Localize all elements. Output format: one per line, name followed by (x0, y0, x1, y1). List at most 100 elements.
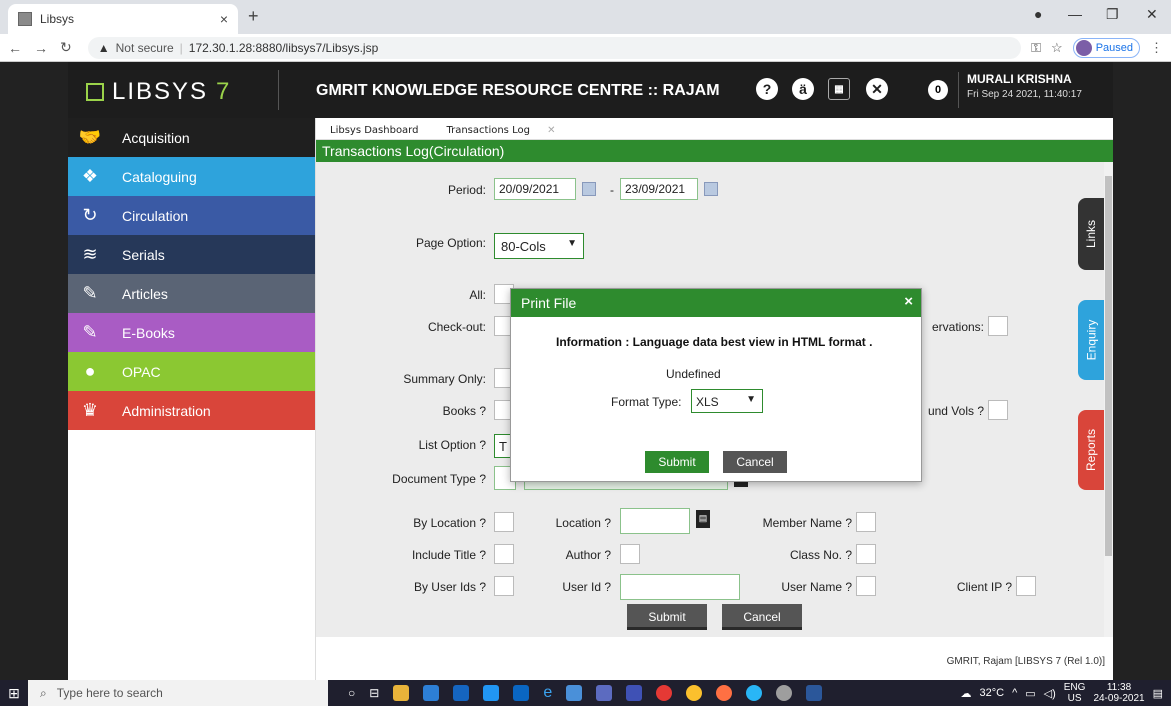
sidebar-item-cataloguing[interactable]: ❖ Cataloguing (68, 157, 315, 196)
sidebar-item-acquisition[interactable]: 🤝 Acquisition (68, 118, 315, 157)
store-icon[interactable] (566, 685, 583, 701)
edit-icon: ✎ (82, 283, 98, 303)
language-indicator[interactable]: ENG US (1064, 682, 1086, 704)
location-lookup-icon[interactable]: ▤ (696, 510, 710, 528)
new-tab-button[interactable]: + (248, 6, 259, 27)
tab-transactions-log[interactable]: Transactions Log ✕ (432, 122, 570, 139)
browser-tab[interactable]: Libsys × (8, 4, 238, 34)
user-name-checkbox[interactable] (856, 576, 876, 596)
bookmark-star-icon[interactable]: ☆ (1051, 40, 1063, 56)
app-icon[interactable] (423, 685, 440, 701)
submit-button[interactable]: Submit (627, 604, 707, 630)
dialog-cancel-button[interactable]: Cancel (723, 451, 787, 473)
help-icon[interactable]: ? (756, 78, 778, 100)
scrollbar-thumb[interactable] (1105, 176, 1112, 556)
windows-start-icon[interactable]: ⊞ (0, 685, 28, 702)
all-label: All: (469, 288, 486, 302)
sidebar-item-serials[interactable]: ≋ Serials (68, 235, 315, 274)
side-tab-label: Enquiry (1084, 319, 1098, 361)
browser-menu-icon[interactable]: ⋮ (1150, 40, 1163, 56)
client-ip-checkbox[interactable] (1016, 576, 1036, 596)
app-icon[interactable] (656, 685, 673, 701)
sidebar-item-opac[interactable]: ● OPAC (68, 352, 315, 391)
calendar-icon[interactable] (582, 182, 596, 196)
chrome-active-icon[interactable] (776, 685, 793, 701)
url-field[interactable]: ▲ Not secure | 172.30.1.28:8880/libsys7/… (87, 36, 1022, 59)
restore-icon[interactable]: ❐ (1106, 6, 1119, 23)
calendar-app-icon[interactable] (626, 685, 643, 701)
by-user-ids-checkbox[interactable] (494, 576, 514, 596)
app-icon[interactable] (453, 685, 470, 701)
mail-icon[interactable] (483, 685, 500, 701)
libsys-logo[interactable]: LIBSYS 7 (86, 78, 231, 106)
class-no-label: Class No. ? (789, 548, 852, 562)
clock-date: 24-09-2021 (1093, 693, 1145, 704)
reservations-checkbox[interactable] (988, 316, 1008, 336)
author-checkbox[interactable] (620, 544, 640, 564)
tab-close-icon[interactable]: ✕ (547, 125, 555, 136)
task-view-icon[interactable]: ⊟ (369, 686, 379, 700)
network-icon[interactable]: ▭ (1025, 687, 1035, 700)
format-type-select[interactable]: XLS ▼ (691, 389, 763, 413)
word-icon[interactable] (806, 685, 823, 701)
key-icon[interactable]: ⚿ (1031, 40, 1041, 56)
reload-icon[interactable]: ↻ (60, 39, 72, 56)
chrome-icon[interactable] (686, 685, 703, 701)
dialog-info-text: Information : Language data best view in… (556, 335, 873, 349)
outlook-icon[interactable] (513, 685, 530, 701)
profile-button[interactable]: Paused (1072, 37, 1140, 58)
weather-temp[interactable]: 32°C (979, 687, 1004, 699)
taskbar-search[interactable]: ⌕ Type here to search (28, 680, 328, 706)
sidebar-item-articles[interactable]: ✎ Articles (68, 274, 315, 313)
volume-icon[interactable]: ◁) (1044, 687, 1056, 700)
member-name-checkbox[interactable] (856, 512, 876, 532)
tab-close-icon[interactable]: × (220, 11, 228, 27)
calculator-app-icon[interactable] (596, 685, 613, 701)
file-explorer-icon[interactable] (393, 685, 410, 701)
close-icon[interactable]: × (904, 293, 913, 310)
profile-menu-icon[interactable]: ● (1034, 6, 1042, 22)
reports-side-tab[interactable]: Reports (1078, 410, 1104, 490)
clock[interactable]: 11:38 24-09-2021 (1093, 682, 1144, 704)
sidebar-item-circulation[interactable]: ↻ Circulation (68, 196, 315, 235)
minimize-icon[interactable]: — (1068, 6, 1082, 22)
bound-vols-checkbox[interactable] (988, 400, 1008, 420)
dialog-submit-button[interactable]: Submit (645, 451, 709, 473)
include-title-checkbox[interactable] (494, 544, 514, 564)
period-to-input[interactable]: 23/09/2021 (620, 178, 698, 200)
forward-icon[interactable]: → (34, 40, 48, 56)
page-option-select[interactable]: 80-Cols ▼ (494, 233, 584, 259)
checkout-label: Check-out: (427, 320, 486, 334)
user-info[interactable]: MURALI KRISHNA Fri Sep 24 2021, 11:40:17 (958, 72, 1082, 108)
back-icon[interactable]: ← (8, 40, 22, 56)
browser-tab-bar: Libsys × + ● — ❐ ✕ (0, 0, 1171, 34)
weather-icon[interactable]: ☁ (960, 687, 971, 700)
edge-legacy-icon[interactable]: e (543, 684, 552, 702)
edit-icon: ✎ (82, 322, 98, 342)
notifications-icon[interactable]: ▤ (1153, 687, 1163, 700)
enquiry-side-tab[interactable]: Enquiry (1078, 300, 1104, 380)
form-scrollbar[interactable] (1104, 162, 1113, 637)
sidebar-item-administration[interactable]: ♛ Administration (68, 391, 315, 430)
edge-icon[interactable] (746, 685, 763, 701)
accessibility-icon[interactable]: ä (792, 78, 814, 100)
lang-bottom: US (1067, 693, 1082, 704)
calendar-icon[interactable] (704, 182, 718, 196)
keyboard-icon[interactable]: ▦ (828, 78, 850, 100)
location-input[interactable] (620, 508, 690, 534)
tab-libsys-dashboard[interactable]: Libsys Dashboard (316, 122, 432, 139)
tray-expand-icon[interactable]: ^ (1012, 687, 1017, 699)
cancel-button[interactable]: Cancel (722, 604, 802, 630)
notification-badge[interactable]: 0 (928, 80, 948, 100)
links-side-tab[interactable]: Links (1078, 198, 1104, 270)
cortana-icon[interactable]: ○ (348, 686, 355, 700)
sidebar-item-label: Cataloguing (122, 168, 197, 185)
sidebar-item-ebooks[interactable]: ✎ E-Books (68, 313, 315, 352)
calculator-icon[interactable]: ✕ (866, 78, 888, 100)
by-location-checkbox[interactable] (494, 512, 514, 532)
period-from-input[interactable]: 20/09/2021 (494, 178, 576, 200)
class-no-checkbox[interactable] (856, 544, 876, 564)
user-id-input[interactable] (620, 574, 740, 600)
window-close-icon[interactable]: ✕ (1146, 6, 1158, 23)
firefox-icon[interactable] (716, 685, 733, 701)
